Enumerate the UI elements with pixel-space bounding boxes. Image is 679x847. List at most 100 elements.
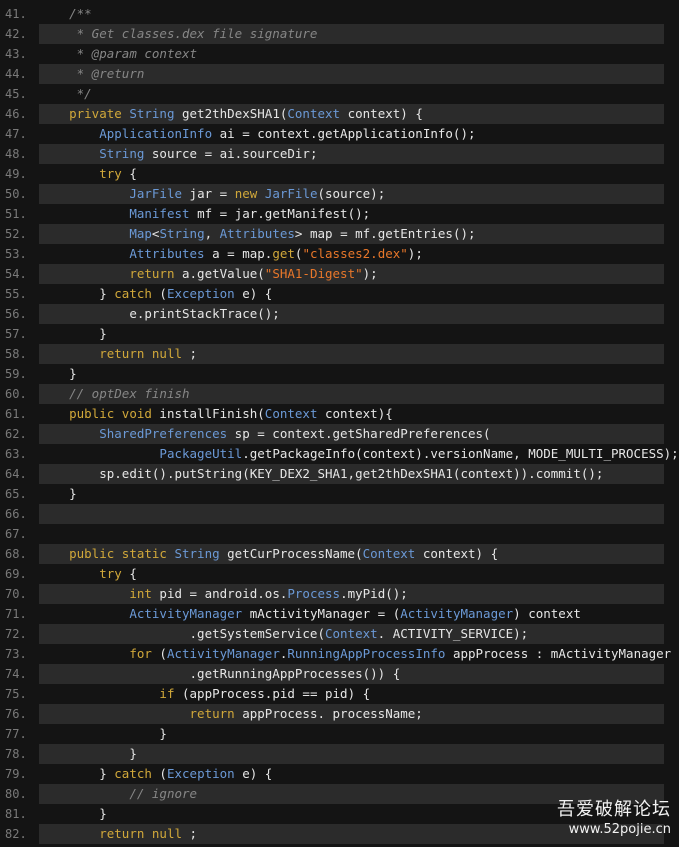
line-number: 77. xyxy=(5,727,27,741)
code-token: // ignore xyxy=(129,786,198,801)
code-line: 59. } xyxy=(0,364,679,384)
code-token: return null xyxy=(99,346,183,361)
code-text: return null ; xyxy=(39,344,679,364)
code-token: (source); xyxy=(317,186,386,201)
code-token: Context xyxy=(362,546,416,561)
line-number: 43. xyxy=(5,47,27,61)
code-token: get2thDexSHA1( xyxy=(174,106,288,121)
code-token: new xyxy=(234,186,265,201)
line-number: 44. xyxy=(5,67,27,81)
line-number: 56. xyxy=(5,307,27,321)
code-line: 42. * Get classes.dex file signature xyxy=(0,24,679,44)
code-token: a.getValue( xyxy=(174,266,265,281)
line-number: 48. xyxy=(5,147,27,161)
code-line: 71. ActivityManager mActivityManager = (… xyxy=(0,604,679,624)
line-number: 51. xyxy=(5,207,27,221)
code-line: 50. JarFile jar = new JarFile(source); xyxy=(0,184,679,204)
code-token: // optDex finish xyxy=(69,386,190,401)
line-number: 71. xyxy=(5,607,27,621)
code-line: 70. int pid = android.os.Process.myPid()… xyxy=(0,584,679,604)
code-token: ( xyxy=(151,286,167,301)
code-text: } xyxy=(39,724,679,744)
code-token: mf = jar.getManifest(); xyxy=(189,206,371,221)
code-line: 55. } catch (Exception e) { xyxy=(0,284,679,304)
code-text: // ignore xyxy=(39,784,679,804)
code-text: public static String getCurProcessName(C… xyxy=(39,544,679,564)
code-token: source = ai.sourceDir; xyxy=(144,146,318,161)
code-line: 78. } xyxy=(0,744,679,764)
code-token: context) { xyxy=(415,546,499,561)
code-token: private xyxy=(69,106,130,121)
code-line: 57. } xyxy=(0,324,679,344)
code-token: } xyxy=(69,746,137,761)
code-token: Exception xyxy=(166,286,235,301)
code-line: 67. xyxy=(0,524,679,544)
code-line: 81. } xyxy=(0,804,679,824)
code-text: JarFile jar = new JarFile(source); xyxy=(39,184,679,204)
code-text: } catch (Exception e) { xyxy=(39,284,679,304)
code-line: 72. .getSystemService(Context. ACTIVITY_… xyxy=(0,624,679,644)
code-text: ApplicationInfo ai = context.getApplicat… xyxy=(39,124,679,144)
code-token: get xyxy=(272,246,295,261)
code-token: a = map. xyxy=(204,246,273,261)
code-token: appProcess. processName; xyxy=(234,706,423,721)
code-token: ActivityManager xyxy=(400,606,514,621)
code-token: getCurProcessName( xyxy=(219,546,363,561)
code-token: public static xyxy=(69,546,175,561)
code-line: 49. try { xyxy=(0,164,679,184)
line-number: 78. xyxy=(5,747,27,761)
code-text: } xyxy=(39,744,679,764)
code-token: } xyxy=(69,366,77,381)
code-token: . ACTIVITY_SERVICE); xyxy=(377,626,529,641)
line-number: 41. xyxy=(5,7,27,21)
code-line: 75. if (appProcess.pid == pid) { xyxy=(0,684,679,704)
code-line: 48. String source = ai.sourceDir; xyxy=(0,144,679,164)
code-line: 79. } catch (Exception e) { xyxy=(0,764,679,784)
code-token: sp = context.getSharedPreferences( xyxy=(227,426,491,441)
code-token: mActivityManager = ( xyxy=(242,606,401,621)
code-line: 74. .getRunningAppProcesses()) { xyxy=(0,664,679,684)
code-token: .getSystemService( xyxy=(69,626,325,641)
code-token: ActivityManager xyxy=(166,646,280,661)
code-token: Attributes xyxy=(219,226,295,241)
code-token: .getPackageInfo(context).versionName, MO… xyxy=(242,446,679,461)
code-text: } xyxy=(39,324,679,344)
code-token: e.printStackTrace(); xyxy=(69,306,280,321)
code-token: * @return xyxy=(69,66,145,81)
code-text: } xyxy=(39,484,679,504)
code-token: * Get classes.dex file signature xyxy=(69,26,318,41)
code-text: /** xyxy=(39,4,679,24)
code-token: ; xyxy=(182,346,198,361)
code-line: 68. public static String getCurProcessNa… xyxy=(0,544,679,564)
code-token: return xyxy=(129,266,175,281)
code-token: * @param context xyxy=(69,46,198,61)
line-number: 47. xyxy=(5,127,27,141)
line-number: 46. xyxy=(5,107,27,121)
code-text: */ xyxy=(39,84,679,104)
line-number: 80. xyxy=(5,787,27,801)
line-number: 70. xyxy=(5,587,27,601)
code-token: e) { xyxy=(234,286,273,301)
code-token: */ xyxy=(69,86,92,101)
code-token: ( xyxy=(151,766,167,781)
line-number: 81. xyxy=(5,807,27,821)
code-token: public void xyxy=(69,406,152,421)
code-line: 52. Map<String, Attributes> map = mf.get… xyxy=(0,224,679,244)
code-token: , xyxy=(204,226,220,241)
line-number: 82. xyxy=(5,827,27,841)
code-line: 76. return appProcess. processName; xyxy=(0,704,679,724)
line-number: 60. xyxy=(5,387,27,401)
code-text: e.printStackTrace(); xyxy=(39,304,679,324)
line-number: 75. xyxy=(5,687,27,701)
line-number: 54. xyxy=(5,267,27,281)
code-line: 73. for (ActivityManager.RunningAppProce… xyxy=(0,644,679,664)
line-number: 69. xyxy=(5,567,27,581)
